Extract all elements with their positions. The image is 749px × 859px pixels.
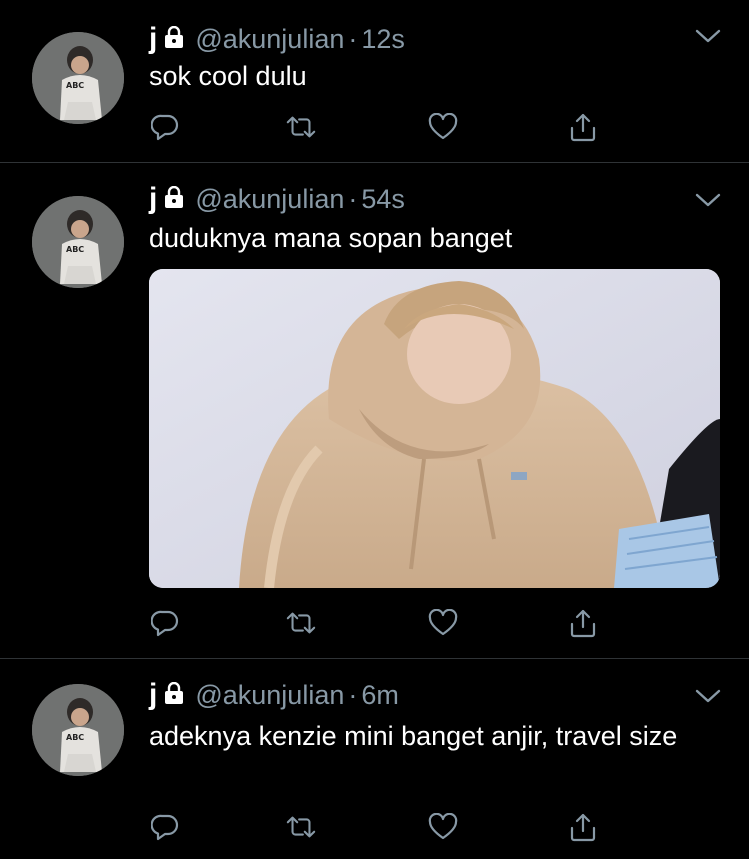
reply-icon[interactable]	[149, 112, 181, 142]
share-icon[interactable]	[567, 112, 599, 142]
reply-icon[interactable]	[149, 812, 181, 842]
action-bar	[149, 812, 609, 842]
tweet-text: adeknya kenzie mini banget anjir, travel…	[149, 721, 678, 751]
chevron-down-icon[interactable]	[695, 28, 721, 44]
separator: ·	[348, 23, 358, 54]
lock-icon	[163, 681, 185, 709]
retweet-icon[interactable]	[285, 812, 317, 842]
svg-text:ABC: ABC	[66, 81, 84, 90]
avatar[interactable]: ABC	[32, 196, 124, 288]
tweet[interactable]: ABC j @akunjulian · 12s sok cool dulu	[0, 0, 749, 163]
heart-icon[interactable]	[427, 112, 459, 142]
retweet-icon[interactable]	[285, 608, 317, 638]
tweet[interactable]: ABC j @akunjulian · 54s duduknya mana so…	[0, 162, 749, 659]
lock-icon	[163, 185, 185, 213]
reply-icon[interactable]	[149, 608, 181, 638]
display-name[interactable]: j	[149, 182, 157, 216]
display-name[interactable]: j	[149, 22, 157, 56]
tweet[interactable]: ABC j @akunjulian · 6m adeknya kenzie mi…	[0, 658, 749, 859]
tweet-text: sok cool dulu	[149, 61, 307, 91]
tweet-text: duduknya mana sopan banget	[149, 223, 513, 253]
timestamp[interactable]: 54s	[361, 184, 405, 215]
user-handle[interactable]: @akunjulian	[195, 184, 344, 215]
action-bar	[149, 112, 609, 142]
svg-text:ABC: ABC	[66, 733, 84, 742]
chevron-down-icon[interactable]	[695, 192, 721, 208]
share-icon[interactable]	[567, 812, 599, 842]
lock-icon	[163, 25, 185, 53]
share-icon[interactable]	[567, 608, 599, 638]
user-handle[interactable]: @akunjulian	[195, 680, 344, 711]
action-bar	[149, 608, 609, 638]
svg-text:ABC: ABC	[66, 245, 84, 254]
avatar[interactable]: ABC	[32, 32, 124, 124]
timestamp[interactable]: 6m	[361, 680, 399, 711]
user-handle[interactable]: @akunjulian	[195, 24, 344, 55]
chevron-down-icon[interactable]	[695, 688, 721, 704]
separator: ·	[348, 679, 358, 710]
heart-icon[interactable]	[427, 812, 459, 842]
separator: ·	[348, 183, 358, 214]
heart-icon[interactable]	[427, 608, 459, 638]
timestamp[interactable]: 12s	[361, 24, 405, 55]
retweet-icon[interactable]	[285, 112, 317, 142]
avatar[interactable]: ABC	[32, 684, 124, 776]
display-name[interactable]: j	[149, 678, 157, 712]
tweet-media-image[interactable]	[149, 269, 720, 588]
